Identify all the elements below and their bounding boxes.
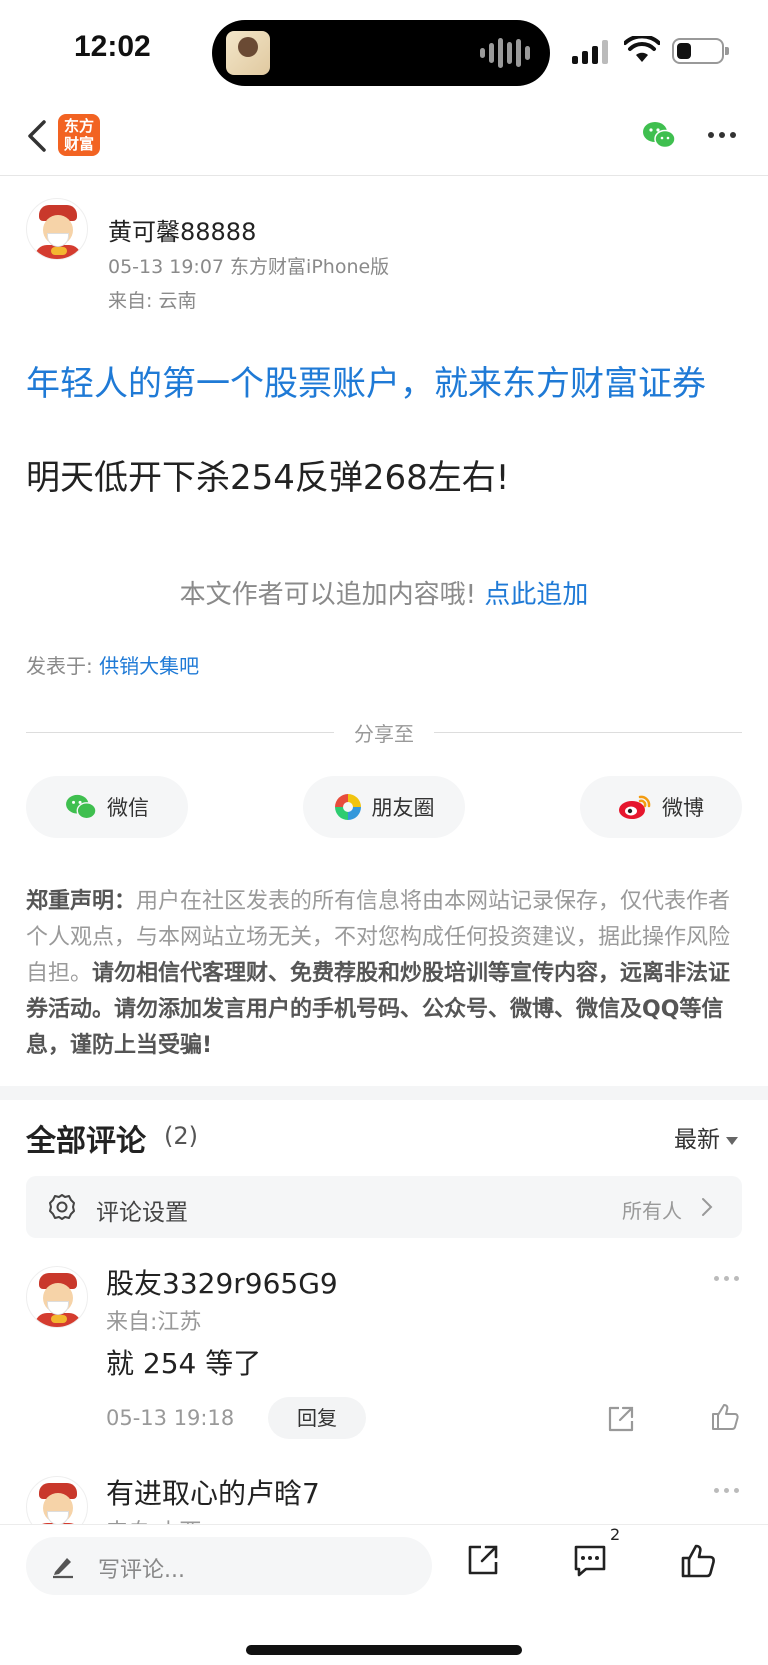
reply-button[interactable]: 回复 [268, 1397, 366, 1439]
section-divider [0, 1086, 768, 1100]
chevron-right-icon [702, 1198, 713, 1216]
eastmoney-logo: 东方 财富 [58, 114, 100, 156]
share-weibo-button[interactable]: 微博 [580, 776, 742, 838]
gear-icon [49, 1194, 75, 1220]
logo-text-bottom: 财富 [63, 135, 94, 153]
comment-more-icon[interactable] [714, 1276, 739, 1281]
status-time: 12:02 [74, 30, 151, 63]
comment-text: 就 254 等了 [106, 1347, 262, 1380]
post-location: 来自: 云南 [108, 290, 197, 312]
caret-down-icon [726, 1136, 738, 1145]
post-meta: 05-13 19:07 东方财富iPhone版 [108, 256, 390, 278]
share-comment-icon[interactable] [606, 1404, 636, 1434]
more-options-icon[interactable] [708, 132, 736, 138]
top-nav-bar: 东方 财富 [0, 100, 768, 176]
wechat-icon [66, 794, 97, 820]
disclaimer-warning: 请勿相信代客理财、免费荐股和炒股培训等宣传内容，远离非法证券活动。请勿添加发言用… [26, 961, 731, 1058]
bottom-action-bar: 写评论... 2 [0, 1524, 768, 1665]
promo-link[interactable]: 年轻人的第一个股票账户，就来东方财富证券 [26, 356, 706, 405]
author-name[interactable]: 黄可馨88888 [108, 212, 256, 247]
sort-dropdown[interactable]: 最新 [674, 1120, 738, 1154]
back-arrow-icon[interactable] [22, 116, 52, 156]
commenter-name[interactable]: 有进取心的卢晗7 [106, 1472, 320, 1512]
sort-label: 最新 [674, 1127, 720, 1153]
moments-icon [334, 794, 361, 820]
share-icon[interactable] [466, 1543, 500, 1577]
write-comment-input[interactable]: 写评论... [26, 1537, 432, 1595]
share-wechat-button[interactable]: 微信 [26, 776, 188, 838]
comment-icon[interactable] [572, 1543, 608, 1579]
append-prompt: 本文作者可以追加内容哦! 点此追加 [0, 574, 768, 611]
audio-wave-icon [480, 36, 530, 70]
share-wechat-label: 微信 [107, 796, 149, 820]
disclaimer: 郑重声明：用户在社区发表的所有信息将由本网站记录保存，仅代表作者个人观点，与本网… [26, 884, 742, 1064]
dynamic-island[interactable] [212, 20, 550, 86]
share-divider: 分享至 [26, 718, 742, 748]
battery-icon [672, 38, 729, 64]
pen-icon [53, 1558, 73, 1579]
logo-text-top: 东方 [63, 117, 94, 135]
like-comment-icon[interactable] [710, 1402, 740, 1432]
signal-icon [572, 40, 608, 64]
comment-settings-value: 所有人 [622, 1199, 682, 1223]
posted-in: 发表于: 供销大集吧 [26, 650, 199, 679]
comment-count-badge: 2 [610, 1525, 621, 1544]
comment-settings-label: 评论设置 [96, 1200, 188, 1226]
wifi-icon [624, 36, 660, 62]
comment-more-icon[interactable] [714, 1488, 739, 1493]
home-indicator[interactable] [246, 1645, 522, 1655]
wechat-icon[interactable] [642, 120, 676, 150]
author-avatar[interactable] [26, 198, 88, 260]
commenter-name[interactable]: 股友3329r965G9 [106, 1262, 338, 1302]
share-title: 分享至 [354, 722, 414, 746]
share-moments-button[interactable]: 朋友圈 [303, 776, 465, 838]
disclaimer-title: 郑重声明： [26, 889, 137, 914]
comments-count: (2) [164, 1122, 198, 1150]
share-weibo-label: 微博 [662, 796, 704, 820]
append-prompt-text: 本文作者可以追加内容哦! [179, 580, 477, 610]
append-link[interactable]: 点此追加 [484, 580, 588, 610]
post-body: 明天低开下杀254反弹268左右! [26, 458, 510, 498]
comment-settings-row[interactable]: 评论设置 所有人 [26, 1176, 742, 1238]
now-playing-thumbnail [226, 31, 270, 75]
comments-title: 全部评论 [26, 1124, 146, 1159]
comment-time: 05-13 19:18 [106, 1406, 235, 1430]
commenter-location: 来自:江苏 [106, 1310, 202, 1335]
posted-in-bar-link[interactable]: 供销大集吧 [99, 654, 199, 678]
posted-in-label: 发表于: [26, 654, 93, 678]
like-icon[interactable] [680, 1543, 716, 1579]
write-comment-placeholder: 写评论... [98, 1558, 185, 1583]
commenter-avatar[interactable] [26, 1266, 88, 1328]
status-bar: 12:02 [0, 0, 768, 100]
weibo-icon [619, 795, 651, 819]
share-moments-label: 朋友圈 [371, 796, 435, 820]
